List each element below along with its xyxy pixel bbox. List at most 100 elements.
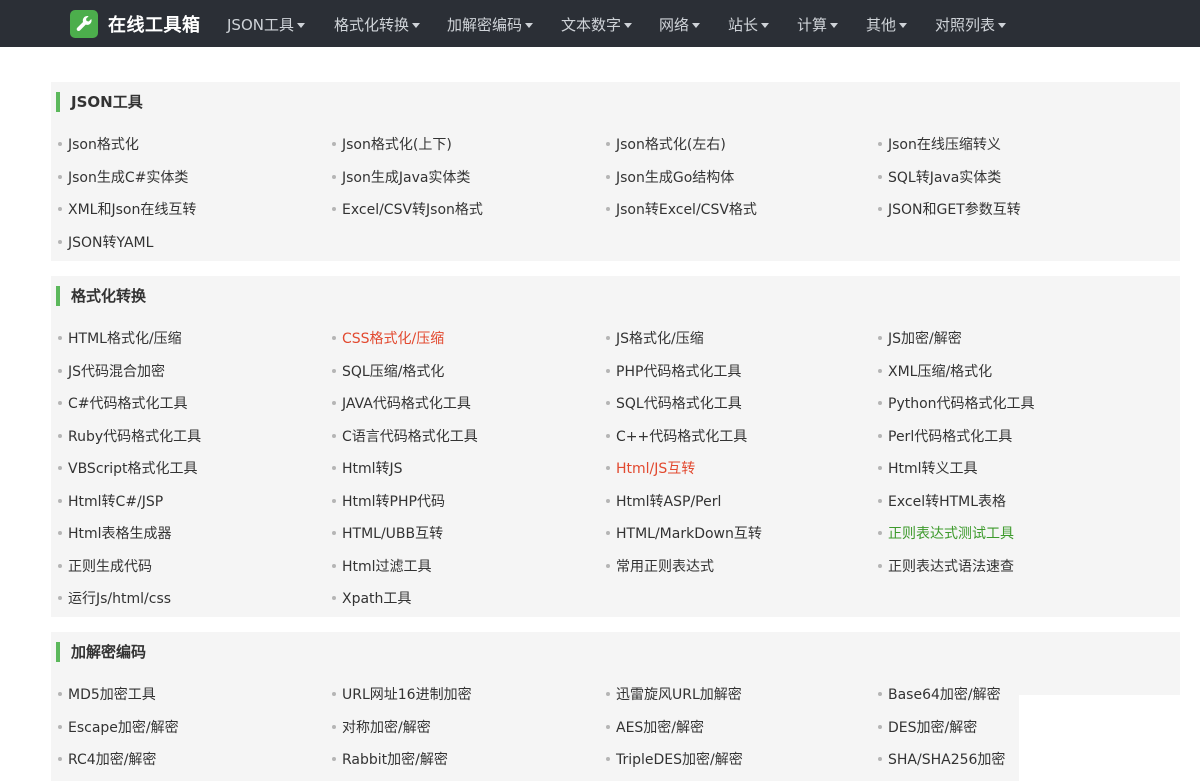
tool-link[interactable]: 常用正则表达式 xyxy=(606,557,714,577)
caret-down-icon xyxy=(624,22,633,28)
nav-json-tools[interactable]: JSON工具 xyxy=(227,13,305,35)
bullet-dot-icon xyxy=(606,174,610,179)
nav-other[interactable]: 其他 xyxy=(866,13,908,35)
tool-link[interactable]: Json生成Java实体类 xyxy=(332,168,470,188)
tool-link[interactable]: PHP代码格式化工具 xyxy=(606,362,741,382)
tool-label: Excel转HTML表格 xyxy=(888,493,1007,510)
tool-link[interactable]: Rabbit加密/解密 xyxy=(332,750,448,770)
tool-link[interactable]: Json格式化(上下) xyxy=(332,135,452,155)
tool-link[interactable]: Json生成Go结构体 xyxy=(606,168,734,188)
tool-link[interactable]: CSS格式化/压缩 xyxy=(332,329,444,349)
tool-link[interactable]: Excel转HTML表格 xyxy=(878,492,1006,512)
tool-label: TripleDES加密/解密 xyxy=(616,752,743,768)
tool-link[interactable]: Html转PHP代码 xyxy=(332,492,445,512)
tool-link[interactable]: DES加密/解密 xyxy=(878,718,977,738)
tool-link[interactable]: XML和Json在线互转 xyxy=(58,200,196,220)
tool-link[interactable]: HTML/MarkDown互转 xyxy=(606,524,762,544)
bullet-dot-icon xyxy=(878,757,882,761)
tool-link[interactable]: Json生成C#实体类 xyxy=(58,168,188,188)
tool-link[interactable]: JS格式化/压缩 xyxy=(606,329,704,349)
tool-link[interactable]: Html表格生成器 xyxy=(58,524,172,544)
nav-network[interactable]: 网络 xyxy=(659,13,701,35)
tool-link[interactable]: JSON转YAML xyxy=(58,233,153,253)
tool-link[interactable]: 对称加密/解密 xyxy=(332,718,431,738)
bullet-dot-icon xyxy=(606,142,610,146)
bullet-dot-icon xyxy=(332,368,336,373)
bullet-dot-icon xyxy=(58,596,62,600)
tool-label: 正则表达式测试工具 xyxy=(888,526,1014,542)
bullet-dot-icon xyxy=(58,757,62,761)
tool-link[interactable]: JSON和GET参数互转 xyxy=(878,200,1021,220)
tool-link[interactable]: Json在线压缩转义 xyxy=(878,135,1001,155)
bullet-dot-icon xyxy=(606,498,610,503)
nav-reference-lists[interactable]: 对照列表 xyxy=(935,13,1007,35)
tool-link[interactable]: Xpath工具 xyxy=(332,589,411,609)
nav-text-numbers[interactable]: 文本数字 xyxy=(561,13,633,35)
tool-link[interactable]: Html/JS互转 xyxy=(606,459,695,479)
tool-link[interactable]: URL网址16进制加密 xyxy=(332,685,472,705)
tool-link[interactable]: Escape加密/解密 xyxy=(58,718,179,738)
tool-label: JS代码混合加密 xyxy=(68,363,166,380)
brand-logo[interactable]: 在线工具箱 xyxy=(70,9,201,38)
tool-link[interactable]: MD5加密工具 xyxy=(58,685,156,705)
tool-link[interactable]: JS代码混合加密 xyxy=(58,362,165,382)
tool-link[interactable]: Perl代码格式化工具 xyxy=(878,427,1012,447)
tool-link[interactable]: C语言代码格式化工具 xyxy=(332,427,478,447)
tool-link[interactable]: SQL代码格式化工具 xyxy=(606,394,742,414)
tool-link[interactable]: C#代码格式化工具 xyxy=(58,394,188,414)
tool-link[interactable]: VBScript格式化工具 xyxy=(58,459,198,479)
tool-label: JS格式化/压缩 xyxy=(616,331,704,347)
tool-link[interactable]: JS加密/解密 xyxy=(878,329,962,349)
tool-label: MD5加密工具 xyxy=(68,687,156,703)
tool-link[interactable]: 正则生成代码 xyxy=(58,557,152,577)
tool-link[interactable]: Json转Excel/CSV格式 xyxy=(606,200,757,220)
tool-link[interactable]: Html过滤工具 xyxy=(332,557,432,577)
tool-link[interactable]: Python代码格式化工具 xyxy=(878,394,1035,414)
tool-link[interactable]: 运行Js/html/css xyxy=(58,589,171,609)
tool-link[interactable]: 正则表达式测试工具 xyxy=(878,524,1014,544)
tool-link[interactable]: Html转义工具 xyxy=(878,459,978,479)
bullet-dot-icon xyxy=(58,174,62,179)
tool-link[interactable]: SQL压缩/格式化 xyxy=(332,362,444,382)
tool-label: Json生成Java实体类 xyxy=(342,169,471,186)
tool-label: 运行Js/html/css xyxy=(68,591,172,607)
tool-label: 正则生成代码 xyxy=(68,558,152,575)
tool-link[interactable]: Html转ASP/Perl xyxy=(606,492,721,512)
tool-link[interactable]: JAVA代码格式化工具 xyxy=(332,394,471,414)
tool-link[interactable]: Base64加密/解密 xyxy=(878,685,1001,705)
tool-link[interactable]: Html转JS xyxy=(332,459,403,479)
bullet-dot-icon xyxy=(878,466,882,470)
tool-link[interactable]: XML压缩/格式化 xyxy=(878,362,992,382)
tool-link[interactable]: SQL转Java实体类 xyxy=(878,168,1001,188)
tool-link[interactable]: 正则表达式语法速查 xyxy=(878,557,1014,577)
tool-link[interactable]: 迅雷旋风URL加解密 xyxy=(606,685,742,705)
tool-link[interactable]: Html转C#/JSP xyxy=(58,492,163,512)
brand-name: 在线工具箱 xyxy=(108,14,201,36)
tool-label: Html转义工具 xyxy=(888,461,978,477)
tool-link[interactable]: TripleDES加密/解密 xyxy=(606,750,743,770)
tool-link[interactable]: HTML格式化/压缩 xyxy=(58,329,182,349)
section-encrypt-encode: 加解密编码 MD5加密工具 URL网址16进制加密 迅雷旋风URL加解密 Base64… xyxy=(51,632,1180,781)
tool-link[interactable]: Json格式化(左右) xyxy=(606,135,726,155)
tool-label: JSON和GET参数互转 xyxy=(888,202,1021,218)
nav-webmaster[interactable]: 站长 xyxy=(728,13,770,35)
tool-link[interactable]: C++代码格式化工具 xyxy=(606,427,747,447)
tool-label: C++代码格式化工具 xyxy=(616,428,748,445)
section-title: 加解密编码 xyxy=(56,642,146,662)
bullet-dot-icon xyxy=(332,692,336,696)
tool-link[interactable]: HTML/UBB互转 xyxy=(332,524,443,544)
bullet-dot-icon xyxy=(878,498,882,503)
tool-link[interactable]: AES加密/解密 xyxy=(606,718,704,738)
tool-link[interactable]: SHA/SHA256加密 xyxy=(878,750,1005,770)
bullet-dot-icon xyxy=(332,207,336,211)
tool-label: URL网址16进制加密 xyxy=(342,687,472,703)
tool-link[interactable]: Json格式化 xyxy=(58,135,139,155)
tool-label: Xpath工具 xyxy=(342,591,412,607)
bullet-dot-icon xyxy=(58,724,62,729)
tool-link[interactable]: RC4加密/解密 xyxy=(58,750,156,770)
nav-encrypt-encode[interactable]: 加解密编码 xyxy=(447,13,534,35)
nav-calculate[interactable]: 计算 xyxy=(797,13,839,35)
tool-link[interactable]: Excel/CSV转Json格式 xyxy=(332,200,483,220)
tool-link[interactable]: Ruby代码格式化工具 xyxy=(58,427,201,447)
nav-format-convert[interactable]: 格式化转换 xyxy=(334,13,421,35)
